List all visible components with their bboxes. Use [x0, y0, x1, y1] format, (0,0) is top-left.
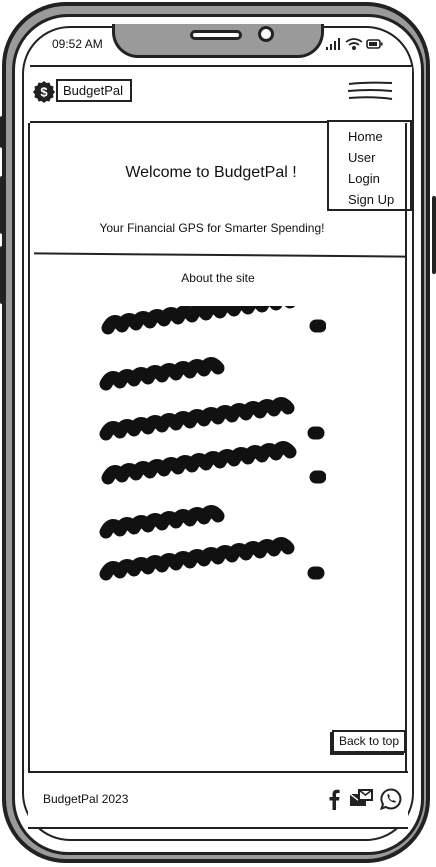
scribble-line: [99, 357, 225, 391]
footer-copyright: BudgetPal 2023: [43, 792, 129, 806]
speaker-grille: [190, 30, 242, 40]
battery-icon: [366, 39, 383, 49]
wifi-icon: [345, 38, 363, 51]
phone-side-button: [0, 116, 4, 148]
tagline: Your Financial GPS for Smarter Spending!: [99, 221, 325, 235]
facebook-icon[interactable]: [322, 787, 346, 811]
svg-text:$: $: [40, 85, 48, 100]
brand-name[interactable]: BudgetPal: [56, 79, 132, 102]
email-icon[interactable]: [349, 787, 373, 811]
whatsapp-icon[interactable]: [379, 787, 403, 811]
placeholder-text-scribbles: [99, 306, 326, 581]
phone-power-button: [432, 196, 436, 274]
page-title: Welcome to BudgetPal !: [125, 164, 297, 181]
menu-item-sign-up[interactable]: Sign Up: [329, 189, 410, 210]
back-to-top-button[interactable]: Back to top: [332, 730, 406, 753]
front-camera: [258, 26, 274, 42]
status-time: 09:52 AM: [52, 37, 103, 51]
scribble-line: [99, 505, 225, 539]
hamburger-menu-icon[interactable]: [346, 76, 394, 106]
about-heading: About the site: [181, 271, 255, 285]
status-icons: [326, 38, 383, 51]
scribble-line: [101, 306, 296, 335]
scribble-line: [101, 441, 297, 485]
phone-volume-down-button: [0, 246, 4, 304]
scribble-line: [99, 397, 295, 441]
scribble-line: [99, 537, 295, 581]
signal-icon: [326, 38, 340, 50]
dollar-badge-icon[interactable]: $: [32, 80, 56, 104]
menu-item-home[interactable]: Home: [329, 126, 410, 147]
phone-volume-up-button: [0, 176, 4, 234]
